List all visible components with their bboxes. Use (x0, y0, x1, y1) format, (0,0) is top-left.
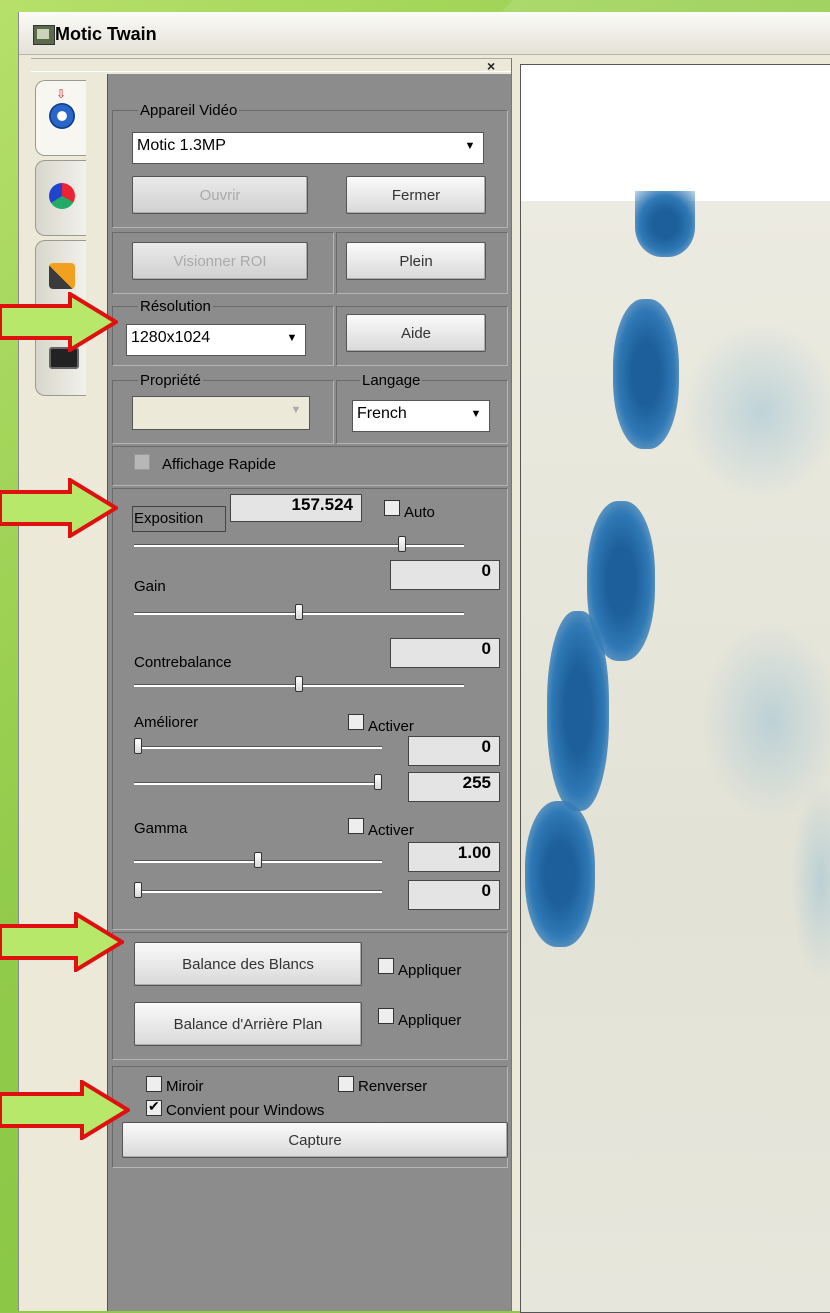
color-wheel-icon (49, 183, 75, 209)
windows-fit-label: Convient pour Windows (166, 1102, 325, 1119)
contrast-label: Contrebalance (134, 654, 232, 671)
white-balance-button[interactable]: Balance des Blancs (134, 942, 362, 986)
background-balance-apply-checkbox[interactable] (378, 1008, 394, 1024)
capture-button[interactable]: Capture (122, 1122, 508, 1158)
white-balance-apply-checkbox[interactable] (378, 958, 394, 974)
gamma-offset-slider-track[interactable] (134, 890, 382, 893)
gamma-activate-checkbox[interactable] (348, 818, 364, 834)
resolution-select[interactable]: 1280x1024 ▼ (126, 324, 306, 356)
settings-gear-icon (49, 103, 75, 129)
preview-pane (511, 58, 830, 1313)
full-view-button[interactable]: Plein (346, 242, 486, 280)
enhance-activate-checkbox[interactable] (348, 714, 364, 730)
exposure-auto-checkbox[interactable] (384, 500, 400, 516)
gamma-label: Gamma (134, 820, 188, 837)
resolution-group-label: Résolution (138, 298, 213, 315)
enhance-high-value[interactable]: 255 (408, 772, 500, 802)
gain-value[interactable]: 0 (390, 560, 500, 590)
mirror-label: Miroir (166, 1078, 204, 1095)
close-device-button[interactable]: Fermer (346, 176, 486, 214)
contrast-slider-thumb[interactable] (295, 676, 303, 692)
gain-slider-thumb[interactable] (295, 604, 303, 620)
enhance-low-slider-thumb[interactable] (134, 738, 142, 754)
contrast-value[interactable]: 0 (390, 638, 500, 668)
annotation-arrow-resolution (0, 292, 118, 352)
window-title: Motic Twain (55, 24, 157, 44)
tab-color[interactable] (35, 160, 86, 236)
exposure-value[interactable]: 157.524 (230, 494, 362, 522)
language-group-label: Langage (360, 372, 423, 389)
chevron-down-icon: ▼ (290, 404, 302, 416)
background-balance-button[interactable]: Balance d'Arrière Plan (134, 1002, 362, 1046)
device-select[interactable]: Motic 1.3MP ▼ (132, 132, 484, 164)
flip-label: Renverser (358, 1078, 428, 1095)
open-device-button[interactable]: Ouvrir (132, 176, 308, 214)
exposure-slider-thumb[interactable] (398, 536, 407, 552)
enhance-high-slider-track[interactable] (134, 782, 382, 785)
property-select: ▼ (132, 396, 310, 430)
annotation-arrow-exposure (0, 478, 118, 538)
chevron-down-icon: ▼ (286, 332, 298, 344)
arrow-down-icon: ⇩ (56, 87, 67, 101)
fast-display-label: Affichage Rapide (162, 456, 276, 473)
tools-icon (49, 263, 75, 289)
panel-grip[interactable] (31, 58, 511, 72)
windows-fit-checkbox[interactable] (146, 1098, 162, 1116)
chevron-down-icon: ▼ (470, 408, 482, 420)
language-select[interactable]: French ▼ (352, 400, 490, 432)
gamma-offset-value[interactable]: 0 (408, 880, 500, 910)
white-balance-apply-label: Appliquer (398, 962, 462, 979)
language-select-value: French (357, 405, 407, 422)
tab-device-settings[interactable]: ⇩ (35, 80, 86, 156)
exposure-label-frame (132, 506, 226, 532)
annotation-arrow-windows-fit (0, 1080, 130, 1140)
property-group-label: Propriété (138, 372, 203, 389)
chevron-down-icon: ▼ (464, 140, 476, 152)
panel-close-icon[interactable]: × (487, 58, 495, 74)
enhance-high-slider-thumb[interactable] (374, 774, 382, 790)
enhance-low-value[interactable]: 0 (408, 736, 500, 766)
mirror-checkbox[interactable] (146, 1076, 162, 1092)
background-balance-apply-label: Appliquer (398, 1012, 462, 1029)
gain-label: Gain (134, 578, 166, 595)
gamma-value[interactable]: 1.00 (408, 842, 500, 872)
view-roi-button[interactable]: Visionner ROI (132, 242, 308, 280)
fast-display-checkbox (134, 454, 150, 470)
settings-controls: Appareil Vidéo Motic 1.3MP ▼ Ouvrir Ferm… (107, 74, 512, 1311)
microscope-specimen (521, 191, 830, 1312)
device-select-value: Motic 1.3MP (137, 137, 226, 154)
exposure-slider-track[interactable] (134, 544, 464, 547)
exposure-auto-label: Auto (404, 504, 435, 521)
title-bar[interactable]: Motic Twain (19, 12, 830, 55)
enhance-low-slider-track[interactable] (134, 746, 382, 749)
help-button[interactable]: Aide (346, 314, 486, 352)
flip-checkbox[interactable] (338, 1076, 354, 1092)
device-group-label: Appareil Vidéo (138, 102, 240, 119)
resolution-select-value: 1280x1024 (131, 329, 211, 346)
gamma-slider-thumb[interactable] (254, 852, 262, 868)
motic-twain-window: Motic Twain × ⇩ Appareil Vidéo Motic 1.3… (18, 12, 830, 1313)
app-icon (33, 25, 55, 45)
gamma-offset-slider-thumb[interactable] (134, 882, 142, 898)
annotation-arrow-white-balance (0, 912, 124, 972)
enhance-label: Améliorer (134, 714, 199, 731)
enhance-activate-label: Activer (368, 718, 414, 735)
live-preview-image[interactable] (520, 64, 830, 1313)
gamma-activate-label: Activer (368, 822, 414, 839)
